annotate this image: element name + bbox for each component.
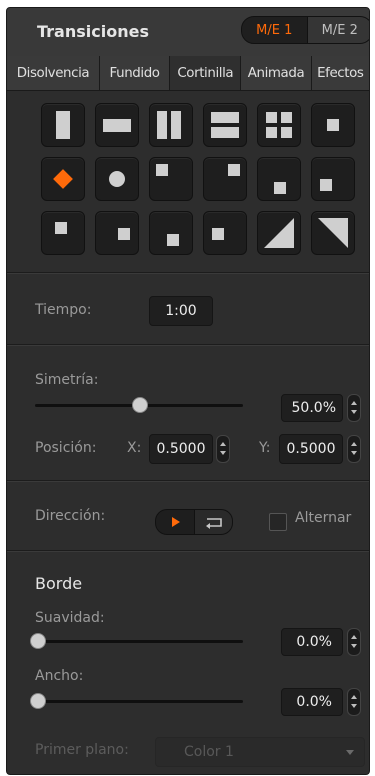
tab-efectos[interactable]: Efectos bbox=[311, 56, 369, 90]
divider bbox=[7, 550, 369, 552]
width-value-input[interactable]: 0.0% bbox=[281, 688, 343, 716]
transitions-panel: Transiciones M/E 1 M/E 2 Disolvencia Fun… bbox=[6, 7, 370, 775]
position-y-input[interactable]: 0.5000 bbox=[279, 434, 343, 464]
fill-color-value: Color 1 bbox=[184, 744, 234, 760]
transition-type-tabs: Disolvencia Fundido Cortinilla Animada E… bbox=[7, 56, 369, 91]
wipe-pattern-tile[interactable] bbox=[203, 157, 247, 201]
symmetry-slider-handle[interactable] bbox=[132, 397, 148, 413]
wipe-box-center-icon bbox=[327, 119, 339, 131]
wipe-pattern-tile[interactable] bbox=[41, 211, 85, 255]
wipe-diagonal-bottom-left-icon bbox=[264, 218, 294, 248]
wipe-pattern-tile-selected[interactable] bbox=[41, 157, 85, 201]
softness-slider[interactable] bbox=[35, 640, 243, 643]
symmetry-stepper-icon[interactable] bbox=[347, 394, 361, 422]
direction-toggle bbox=[155, 509, 233, 535]
wipe-box-right-icon bbox=[118, 228, 130, 240]
wipe-vertical-bar-icon bbox=[56, 111, 70, 139]
position-y-label: Y: bbox=[259, 440, 271, 456]
loop-return-icon bbox=[206, 518, 222, 529]
softness-label: Suavidad: bbox=[35, 610, 105, 626]
symmetry-label: Simetría: bbox=[35, 372, 99, 388]
wipe-pattern-tile[interactable] bbox=[311, 211, 355, 255]
play-icon bbox=[172, 517, 180, 527]
wipe-diagonal-top-right-icon bbox=[318, 218, 348, 248]
wipe-split-vertical-icon bbox=[157, 111, 167, 139]
wipe-pattern-tile[interactable] bbox=[149, 103, 193, 147]
divider bbox=[7, 344, 369, 346]
wipe-pattern-tile[interactable] bbox=[41, 103, 85, 147]
symmetry-value-input[interactable]: 50.0% bbox=[281, 394, 343, 422]
wipe-diamond-icon bbox=[53, 169, 73, 189]
wipe-corner-bottom-right-icon bbox=[320, 179, 332, 191]
alternate-label: Alternar bbox=[295, 510, 352, 526]
wipe-pattern-tile[interactable] bbox=[311, 157, 355, 201]
chevron-down-icon bbox=[346, 750, 354, 755]
position-x-label: X: bbox=[127, 440, 142, 456]
panel-header: Transiciones M/E 1 M/E 2 bbox=[7, 8, 369, 56]
fill-color-select[interactable]: Color 1 bbox=[155, 737, 365, 767]
wipe-pattern-tile[interactable] bbox=[95, 103, 139, 147]
wipe-pattern-tile[interactable] bbox=[149, 211, 193, 255]
wipe-corner-top-right-icon bbox=[228, 164, 240, 176]
time-label: Tiempo: bbox=[35, 302, 92, 318]
direction-reverse-button[interactable] bbox=[194, 510, 232, 534]
wipe-circle-icon bbox=[109, 171, 125, 187]
wipe-pattern-tile[interactable] bbox=[203, 211, 247, 255]
wipe-corner-top-left-icon bbox=[156, 164, 168, 176]
position-x-stepper-icon[interactable] bbox=[216, 435, 230, 463]
softness-stepper-icon[interactable] bbox=[347, 628, 361, 656]
wipe-pattern-tile[interactable] bbox=[149, 157, 193, 201]
wipe-box-bottom-icon bbox=[167, 234, 179, 246]
softness-slider-handle[interactable] bbox=[30, 633, 46, 649]
position-y-stepper-icon[interactable] bbox=[347, 435, 361, 463]
wipe-pattern-tile[interactable] bbox=[311, 103, 355, 147]
wipe-pattern-tile[interactable] bbox=[257, 157, 301, 201]
tab-animada[interactable]: Animada bbox=[241, 56, 312, 90]
me1-button[interactable]: M/E 1 bbox=[242, 17, 307, 43]
wipe-horizontal-bar-icon bbox=[103, 119, 131, 132]
wipe-box-middle-icon bbox=[212, 228, 224, 240]
position-label: Posición: bbox=[35, 440, 97, 456]
direction-label: Dirección: bbox=[35, 508, 106, 524]
wipe-pattern-tile[interactable] bbox=[95, 211, 139, 255]
width-slider[interactable] bbox=[35, 700, 243, 703]
width-stepper-icon[interactable] bbox=[347, 688, 361, 716]
divider bbox=[7, 480, 369, 482]
wipe-pattern-tile[interactable] bbox=[95, 157, 139, 201]
wipe-pattern-tile[interactable] bbox=[257, 211, 301, 255]
wipe-pattern-tile[interactable] bbox=[203, 103, 247, 147]
divider bbox=[7, 272, 369, 274]
me-selector: M/E 1 M/E 2 bbox=[241, 16, 369, 44]
tab-cortinilla[interactable]: Cortinilla bbox=[170, 56, 242, 90]
wipe-corner-bottom-center-icon bbox=[274, 182, 286, 194]
panel-title: Transiciones bbox=[37, 22, 149, 41]
direction-normal-button[interactable] bbox=[156, 510, 194, 534]
me2-button[interactable]: M/E 2 bbox=[306, 17, 369, 43]
wipe-pattern-tile[interactable] bbox=[257, 103, 301, 147]
width-label: Ancho: bbox=[35, 668, 84, 684]
position-x-input[interactable]: 0.5000 bbox=[149, 434, 213, 464]
wipe-four-box-icon bbox=[266, 112, 277, 123]
alternate-checkbox[interactable] bbox=[269, 513, 287, 531]
tab-disolvencia[interactable]: Disolvencia bbox=[7, 56, 100, 90]
tab-fundido[interactable]: Fundido bbox=[99, 56, 171, 90]
width-slider-handle[interactable] bbox=[30, 693, 46, 709]
wipe-box-left-icon bbox=[55, 222, 67, 234]
fill-label: Primer plano: bbox=[35, 742, 129, 758]
time-input[interactable]: 1:00 bbox=[149, 296, 213, 326]
border-section-title: Borde bbox=[35, 574, 83, 593]
softness-value-input[interactable]: 0.0% bbox=[281, 628, 343, 656]
wipe-split-horizontal-icon bbox=[211, 112, 239, 123]
